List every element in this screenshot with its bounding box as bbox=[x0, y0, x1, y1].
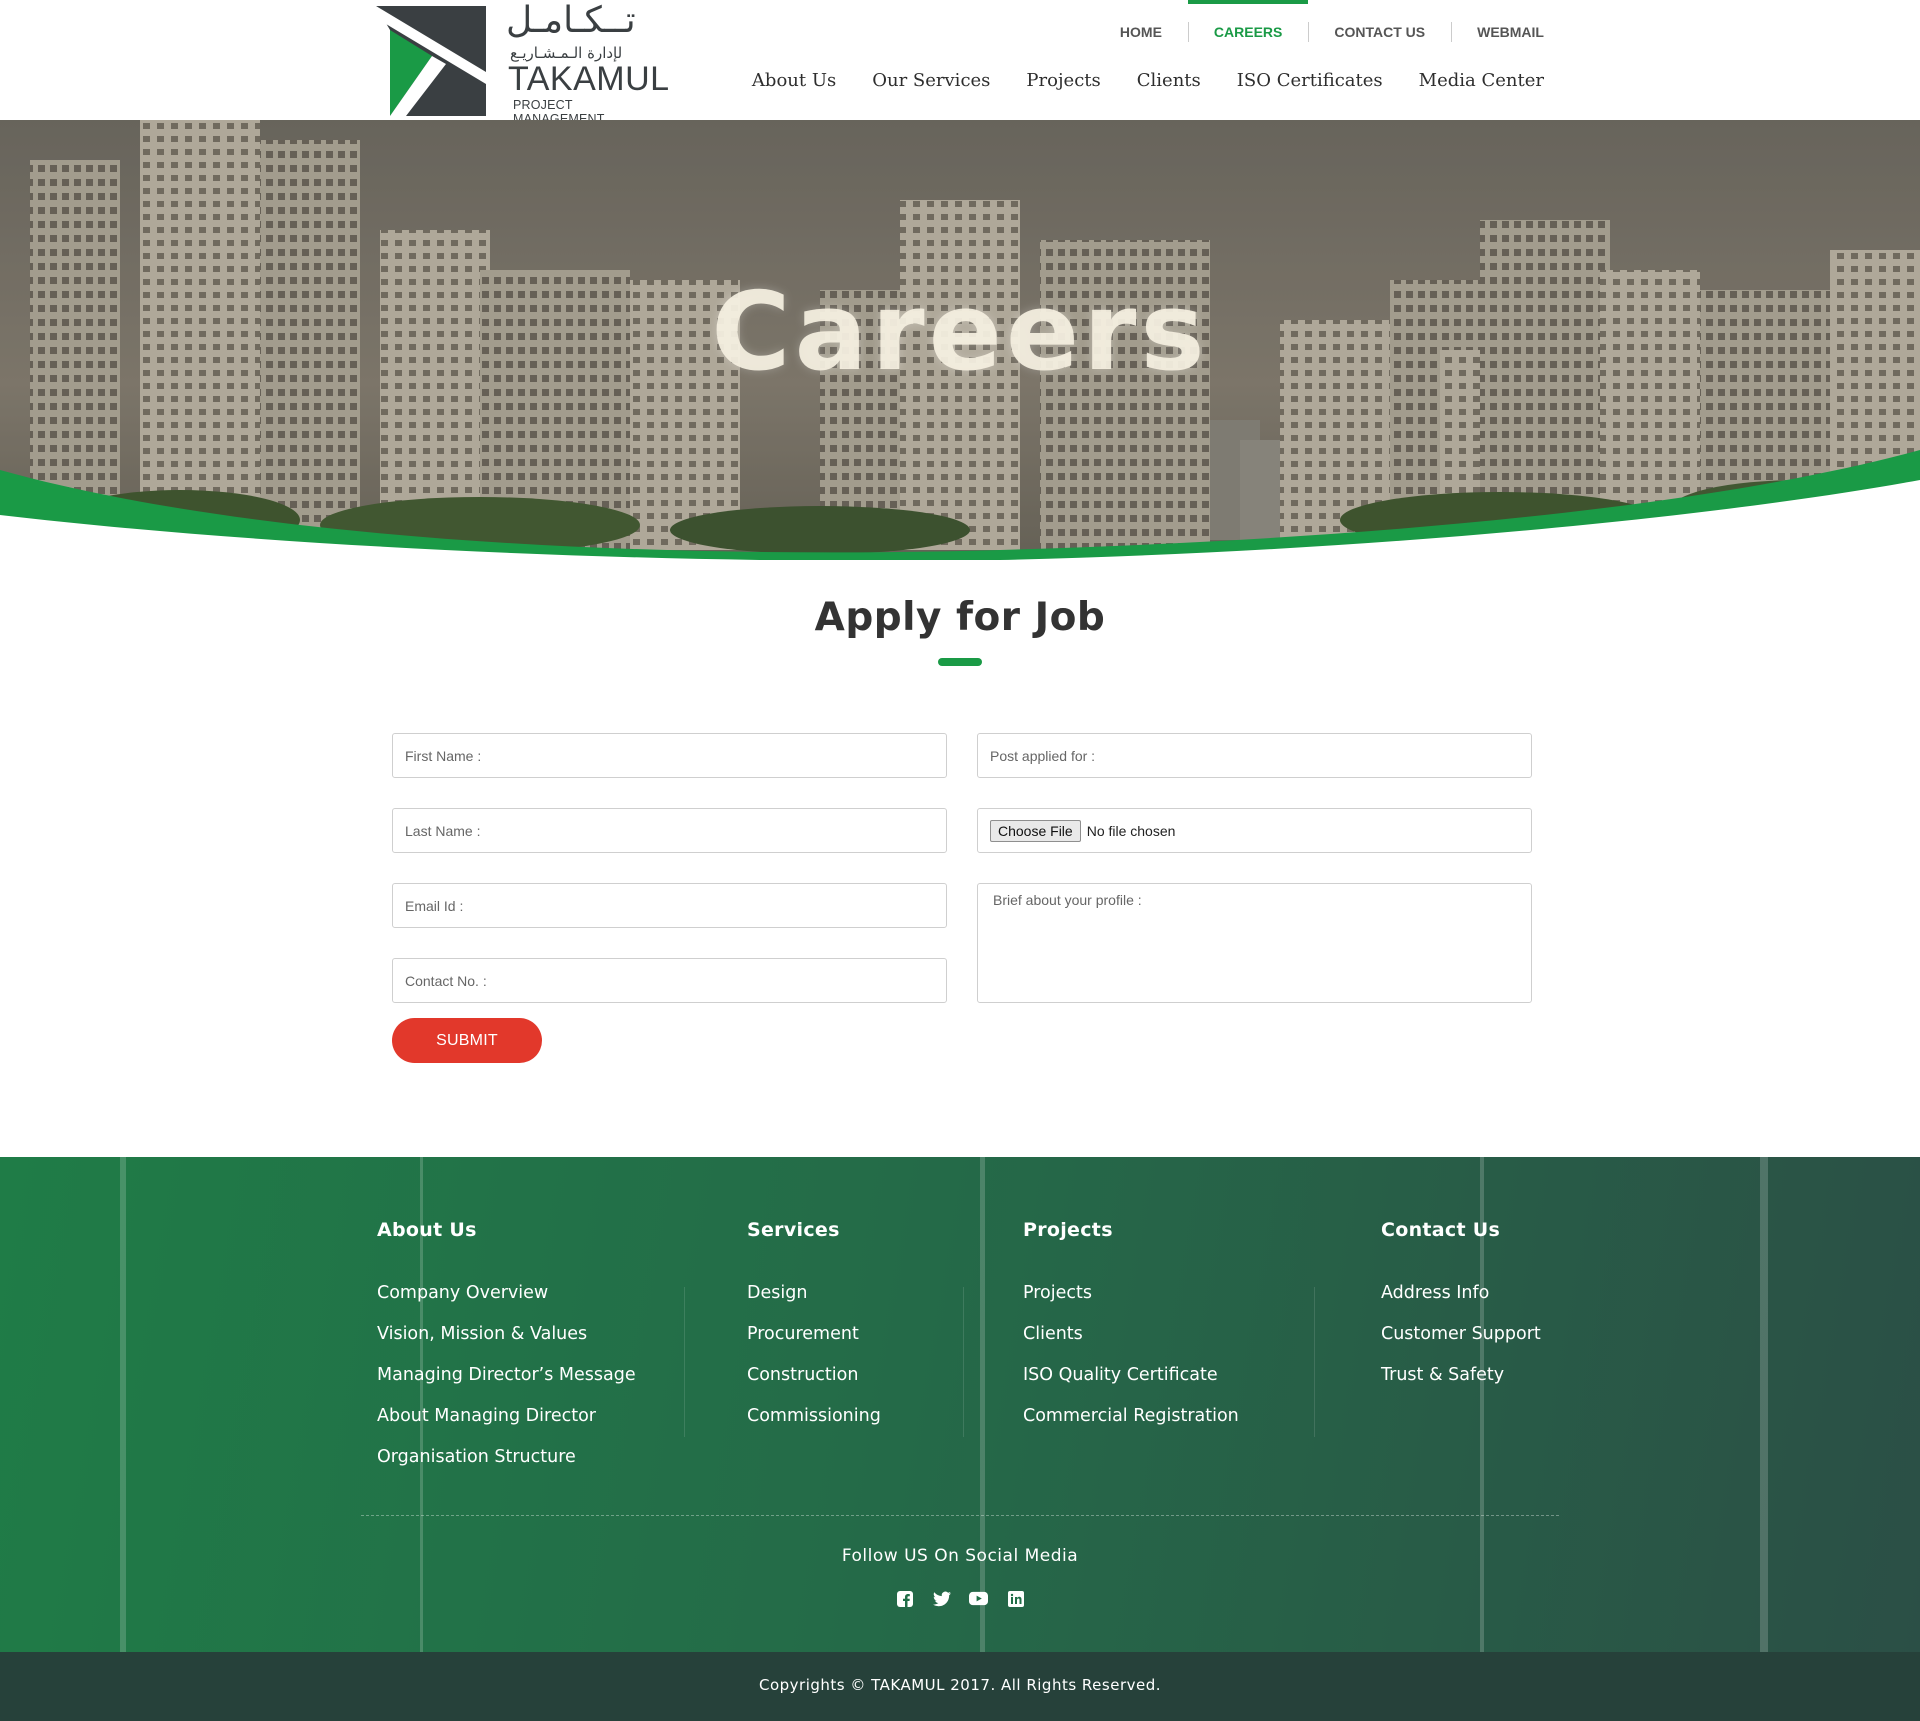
footer-link[interactable]: ISO Quality Certificate bbox=[1023, 1363, 1239, 1404]
first-name-input[interactable] bbox=[392, 733, 947, 778]
hero-title: Careers bbox=[711, 270, 1209, 395]
footer-col-services: Services Design Procurement Construction… bbox=[747, 1219, 881, 1445]
footer-link[interactable]: Managing Director’s Message bbox=[377, 1363, 636, 1404]
footer-texture bbox=[120, 1157, 1768, 1652]
footer-projects-title: Projects bbox=[1023, 1219, 1113, 1241]
resume-file-field: Choose File No file chosen bbox=[977, 808, 1532, 853]
linkedin-icon[interactable] bbox=[1006, 1589, 1025, 1608]
footer-contact-title: Contact Us bbox=[1381, 1219, 1501, 1241]
last-name-input[interactable] bbox=[392, 808, 947, 853]
main-nav-clients[interactable]: Clients bbox=[1137, 70, 1201, 91]
main-nav-iso-certificates[interactable]: ISO Certificates bbox=[1237, 70, 1383, 91]
follow-us-text: Follow US On Social Media bbox=[841, 1546, 1079, 1566]
footer-link[interactable]: Vision, Mission & Values bbox=[377, 1322, 636, 1363]
footer-link[interactable]: Design bbox=[747, 1281, 881, 1322]
form-title: Apply for Job bbox=[814, 595, 1106, 640]
logo-mark-icon bbox=[376, 6, 486, 116]
main-nav-about-us[interactable]: About Us bbox=[752, 70, 836, 91]
footer-link[interactable]: Company Overview bbox=[377, 1281, 636, 1322]
title-underline bbox=[938, 658, 982, 666]
footer-separator bbox=[361, 1515, 1559, 1516]
copyright-bar: Copyrights © TAKAMUL 2017. All Rights Re… bbox=[0, 1652, 1920, 1721]
footer-divider bbox=[1314, 1287, 1315, 1437]
logo-arabic-name: تــكـامـل bbox=[506, 0, 636, 41]
footer-link[interactable]: Commissioning bbox=[747, 1404, 881, 1445]
copyright-text: Copyrights © TAKAMUL 2017. All Rights Re… bbox=[758, 1676, 1162, 1694]
footer-link[interactable]: Commercial Registration bbox=[1023, 1404, 1239, 1445]
footer-link[interactable]: Projects bbox=[1023, 1281, 1239, 1322]
top-nav-webmail[interactable]: WEBMAIL bbox=[1451, 0, 1544, 64]
top-nav: HOME CAREERS CONTACT US WEBMAIL bbox=[1094, 0, 1544, 64]
top-nav-careers[interactable]: CAREERS bbox=[1187, 0, 1309, 64]
footer-link[interactable]: Address Info bbox=[1381, 1281, 1541, 1322]
footer-link[interactable]: Organisation Structure bbox=[377, 1445, 636, 1486]
hero-banner: Careers bbox=[0, 120, 1920, 560]
twitter-icon[interactable] bbox=[932, 1589, 951, 1608]
email-input[interactable] bbox=[392, 883, 947, 928]
top-nav-home[interactable]: HOME bbox=[1094, 0, 1188, 64]
choose-file-button[interactable]: Choose File bbox=[990, 819, 1081, 842]
site-header: تــكـامـل لإدارة الـمـشـاريـع TAKAMUL PR… bbox=[0, 0, 1920, 126]
footer-divider bbox=[963, 1287, 964, 1437]
youtube-icon[interactable] bbox=[969, 1589, 988, 1608]
footer-col-projects: Projects Projects Clients ISO Quality Ce… bbox=[1023, 1219, 1239, 1445]
site-footer: About Us Company Overview Vision, Missio… bbox=[0, 1157, 1920, 1652]
main-nav-media-center[interactable]: Media Center bbox=[1419, 70, 1544, 91]
facebook-icon[interactable] bbox=[895, 1589, 914, 1608]
footer-link[interactable]: Procurement bbox=[747, 1322, 881, 1363]
main-nav-projects[interactable]: Projects bbox=[1026, 70, 1100, 91]
footer-link[interactable]: Clients bbox=[1023, 1322, 1239, 1363]
file-status-text: No file chosen bbox=[1086, 822, 1176, 839]
footer-col-contact: Contact Us Address Info Customer Support… bbox=[1381, 1219, 1541, 1404]
footer-about-title: About Us bbox=[377, 1219, 477, 1241]
post-applied-input[interactable] bbox=[977, 733, 1532, 778]
top-nav-contact-us[interactable]: CONTACT US bbox=[1308, 0, 1451, 64]
submit-button[interactable]: SUBMIT bbox=[392, 1018, 542, 1063]
footer-link[interactable]: About Managing Director bbox=[377, 1404, 636, 1445]
main-nav: About Us Our Services Projects Clients I… bbox=[752, 70, 1544, 91]
footer-link[interactable]: Trust & Safety bbox=[1381, 1363, 1541, 1404]
profile-brief-textarea[interactable] bbox=[977, 883, 1532, 1003]
footer-divider bbox=[684, 1287, 685, 1437]
main-nav-our-services[interactable]: Our Services bbox=[872, 70, 990, 91]
social-links bbox=[0, 1589, 1920, 1608]
footer-link[interactable]: Customer Support bbox=[1381, 1322, 1541, 1363]
logo-name: TAKAMUL bbox=[508, 60, 670, 98]
contact-number-input[interactable] bbox=[392, 958, 947, 1003]
footer-services-title: Services bbox=[747, 1219, 840, 1241]
footer-link[interactable]: Construction bbox=[747, 1363, 881, 1404]
takamul-logo[interactable]: تــكـامـل لإدارة الـمـشـاريـع TAKAMUL PR… bbox=[376, 0, 669, 126]
footer-col-about: About Us Company Overview Vision, Missio… bbox=[377, 1219, 636, 1486]
